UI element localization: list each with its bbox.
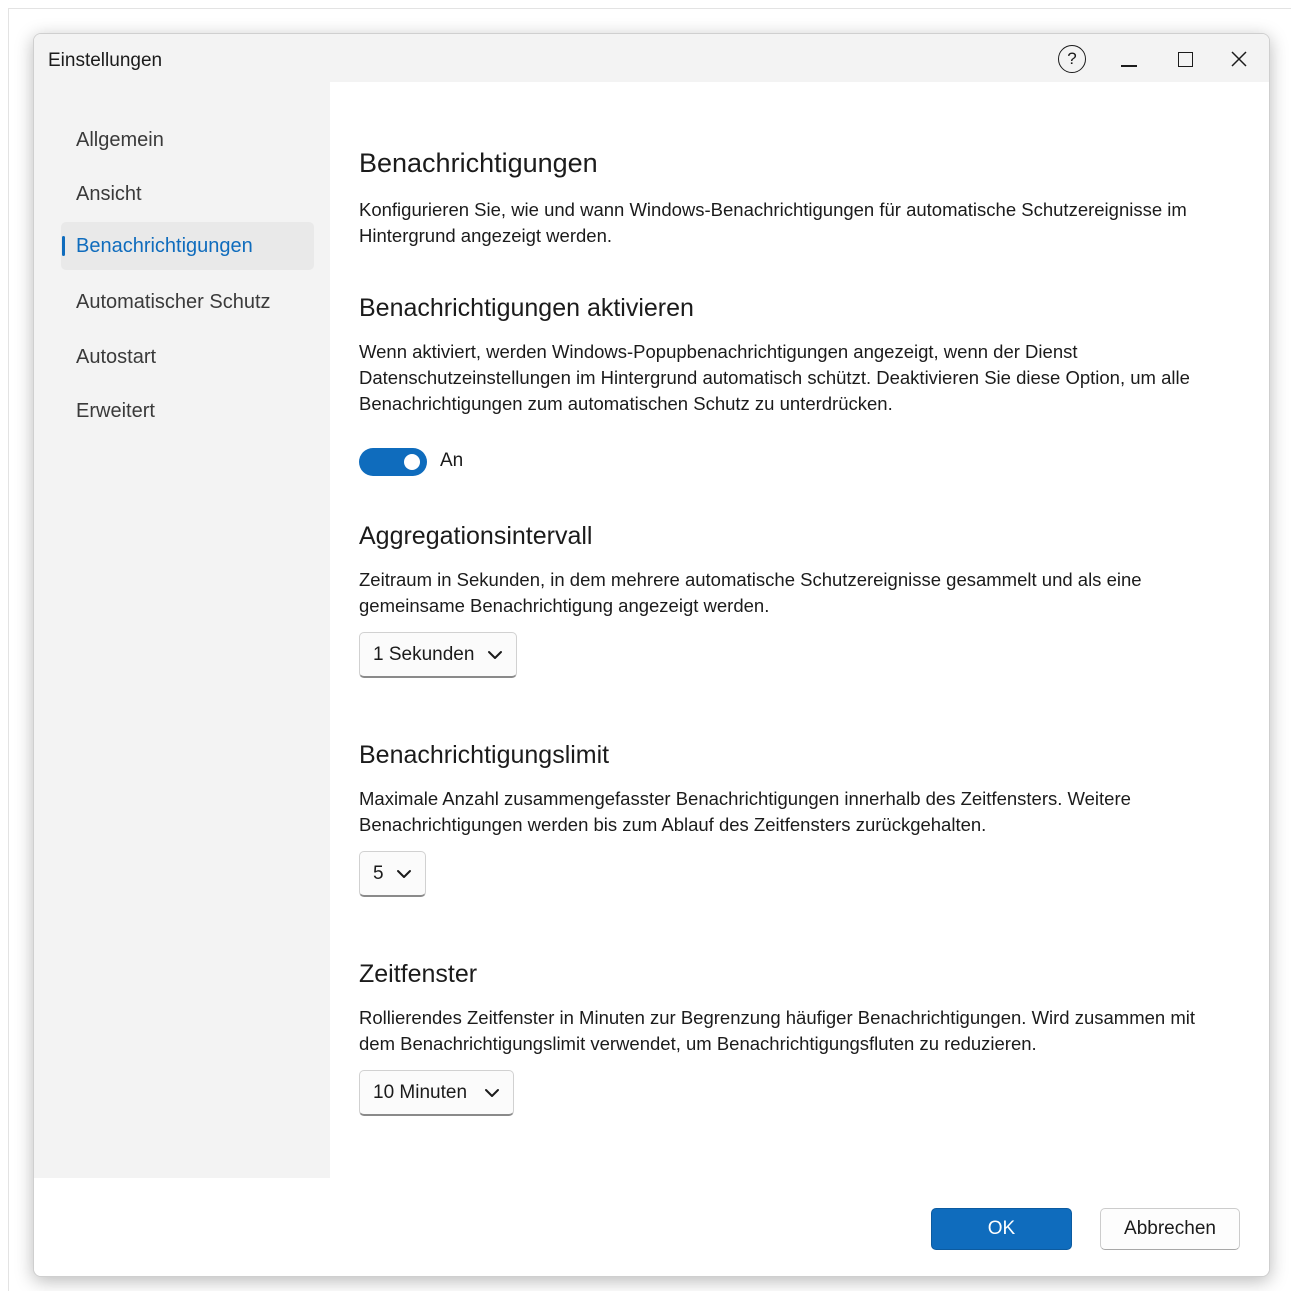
chevron-down-icon — [488, 651, 502, 659]
close-icon — [1231, 51, 1247, 67]
dropdown-value: 10 Minuten — [373, 1081, 468, 1103]
sidebar-item-label: Automatischer Schutz — [76, 290, 271, 313]
notifications-toggle[interactable] — [359, 448, 427, 476]
chevron-down-icon — [397, 870, 411, 878]
window-title: Einstellungen — [48, 50, 163, 71]
minimize-icon — [1121, 65, 1137, 67]
settings-sidebar: Allgemein Ansicht Benachrichtigungen Aut… — [34, 82, 330, 1178]
maximize-button[interactable] — [1168, 42, 1202, 76]
ok-button[interactable]: OK — [931, 1208, 1072, 1250]
dialog-footer: OK Abbrechen — [34, 1178, 1269, 1276]
toggle-state-label: An — [440, 450, 464, 471]
sidebar-item-label: Ansicht — [76, 182, 142, 205]
sidebar-item-label: Allgemein — [76, 128, 164, 151]
settings-content: Benachrichtigungen Konfigurieren Sie, wi… — [330, 82, 1269, 1178]
time-window-dropdown[interactable]: 10 Minuten — [359, 1070, 514, 1116]
notification-limit-dropdown[interactable]: 5 — [359, 851, 426, 897]
help-icon: ? — [1058, 45, 1086, 73]
enable-section-description: Wenn aktiviert, werden Windows-Popupbena… — [359, 341, 1190, 414]
aggregation-interval-dropdown[interactable]: 1 Sekunden — [359, 632, 517, 678]
enable-section-title: Benachrichtigungen aktivieren — [359, 294, 694, 322]
page-description: Konfigurieren Sie, wie und wann Windows-… — [359, 199, 1187, 246]
window-section-title: Zeitfenster — [359, 960, 478, 988]
sidebar-item-label: Benachrichtigungen — [76, 234, 253, 257]
settings-window: Einstellungen ? Allgemein Ansicht Benach… — [33, 33, 1270, 1277]
aggregation-section-description: Zeitraum in Sekunden, in dem mehrere aut… — [359, 569, 1142, 616]
dropdown-value: 5 — [373, 862, 384, 884]
chevron-down-icon — [485, 1089, 499, 1097]
sidebar-item-allgemein[interactable]: Allgemein — [61, 116, 314, 164]
sidebar-item-label: Autostart — [76, 345, 157, 368]
title-bar[interactable]: Einstellungen ? — [34, 34, 1269, 82]
sidebar-item-benachrichtigungen[interactable]: Benachrichtigungen — [61, 222, 314, 270]
limit-section-title: Benachrichtigungslimit — [359, 741, 610, 769]
window-section-description: Rollierendes Zeitfenster in Minuten zur … — [359, 1007, 1196, 1054]
sidebar-item-ansicht[interactable]: Ansicht — [61, 170, 314, 218]
selection-indicator — [62, 236, 65, 256]
sidebar-item-label: Erweitert — [76, 399, 155, 422]
maximize-icon — [1177, 51, 1193, 67]
minimize-button[interactable] — [1112, 42, 1146, 76]
page-title: Benachrichtigungen — [359, 148, 598, 178]
page-border-top — [8, 8, 1291, 9]
sidebar-item-erweitert[interactable]: Erweitert — [61, 387, 314, 435]
help-button[interactable]: ? — [1054, 42, 1090, 76]
cancel-button[interactable]: Abbrechen — [1100, 1208, 1240, 1250]
limit-section-description: Maximale Anzahl zusammengefasster Benach… — [359, 788, 1131, 835]
help-glyph: ? — [1067, 49, 1077, 68]
dropdown-value: 1 Sekunden — [373, 643, 475, 665]
toggle-knob — [404, 454, 420, 470]
sidebar-item-autostart[interactable]: Autostart — [61, 333, 314, 381]
aggregation-section-title: Aggregationsintervall — [359, 522, 593, 550]
page-border-left — [8, 8, 9, 1291]
sidebar-item-automatischer-schutz[interactable]: Automatischer Schutz — [61, 278, 314, 326]
close-button[interactable] — [1222, 42, 1256, 76]
